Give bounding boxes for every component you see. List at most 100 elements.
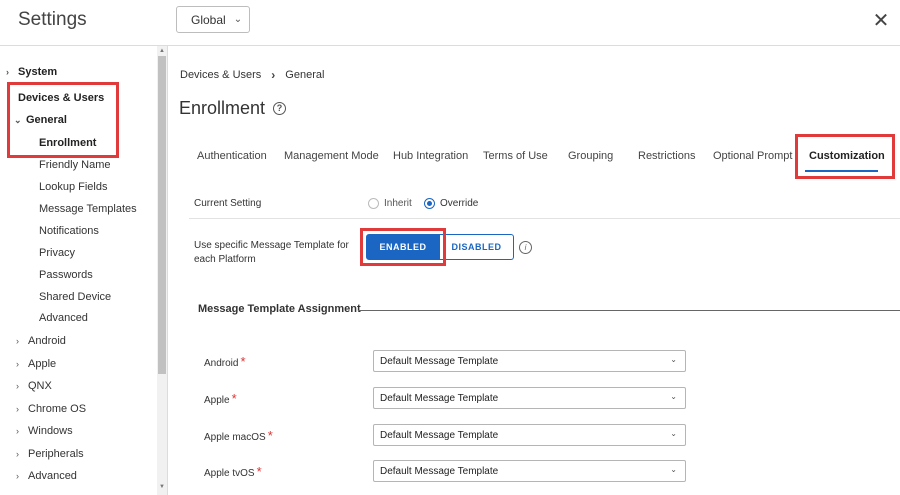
current-setting-label: Current Setting — [194, 198, 262, 209]
page-title-row: Enrollment ? — [179, 98, 287, 119]
scroll-up-icon[interactable]: ▲ — [158, 48, 166, 54]
apple-template-select[interactable]: Default Message Template ⌄ — [373, 387, 686, 409]
radio-label: Inherit — [384, 198, 412, 209]
sidebar-item-label: Android — [28, 335, 66, 347]
chevron-down-icon: ⌄ — [670, 355, 677, 364]
radio-inherit[interactable]: Inherit — [368, 198, 412, 209]
tab-hub-integration[interactable]: Hub Integration — [393, 150, 468, 162]
breadcrumb-devices-users[interactable]: Devices & Users — [180, 69, 261, 81]
sidebar-item-general[interactable]: ⌄ General — [14, 114, 67, 126]
required-asterisk: * — [256, 464, 262, 479]
tab-restrictions[interactable]: Restrictions — [638, 150, 695, 162]
sidebar-item-label: System — [18, 66, 58, 78]
apple-tvos-template-select[interactable]: Default Message Template ⌄ — [373, 460, 686, 482]
tab-grouping[interactable]: Grouping — [568, 150, 613, 162]
sidebar-item-enrollment[interactable]: Enrollment — [39, 137, 96, 149]
page-title: Enrollment — [179, 98, 266, 118]
template-toggle: ENABLED DISABLED — [366, 234, 514, 260]
sidebar-item-lookup-fields[interactable]: Lookup Fields — [39, 181, 108, 193]
sidebar-item-friendly-name[interactable]: Friendly Name — [39, 159, 111, 171]
platform-label-apple-tvos: Apple tvOS * — [204, 464, 262, 479]
sidebar-item-label: General — [26, 114, 67, 126]
platform-name: Apple — [204, 395, 230, 406]
radio-override[interactable]: Override — [424, 198, 478, 209]
chevron-down-icon: ⌄ — [670, 465, 677, 474]
sidebar-scroll-thumb[interactable] — [158, 56, 166, 374]
chevron-down-icon: ⌄ — [14, 115, 22, 125]
scroll-down-icon[interactable]: ▼ — [158, 484, 166, 490]
chevron-right-icon: › — [16, 426, 19, 436]
sidebar-item-windows[interactable]: › Windows — [16, 425, 73, 437]
chevron-right-icon: › — [16, 336, 19, 346]
select-value: Default Message Template — [380, 465, 499, 477]
select-value: Default Message Template — [380, 355, 499, 367]
tab-bar: Authentication Management Mode Hub Integ… — [178, 140, 900, 174]
tab-terms-of-use[interactable]: Terms of Use — [483, 150, 548, 162]
sidebar-item-label: Peripherals — [28, 448, 84, 460]
scope-dropdown[interactable]: Global ⌄ — [176, 6, 250, 33]
chevron-right-icon: › — [16, 359, 19, 369]
tab-management-mode[interactable]: Management Mode — [284, 150, 379, 162]
app-header: Settings Global ⌄ ✕ — [0, 0, 900, 46]
chevron-down-icon: ⌄ — [233, 14, 243, 25]
sidebar-item-label: Devices & Users — [18, 92, 105, 104]
sidebar-item-advanced-general[interactable]: Advanced — [39, 312, 88, 324]
required-asterisk: * — [267, 428, 273, 443]
section-title: Message Template Assignment — [198, 303, 361, 315]
chevron-down-icon: ⌄ — [670, 392, 677, 401]
tab-authentication[interactable]: Authentication — [197, 150, 267, 162]
active-tab-indicator — [805, 170, 878, 172]
breadcrumb: Devices & Users › General — [180, 68, 324, 82]
android-template-select[interactable]: Default Message Template ⌄ — [373, 350, 686, 372]
required-asterisk: * — [231, 391, 237, 406]
chevron-right-icon: › — [6, 67, 9, 77]
sidebar-item-qnx[interactable]: › QNX — [16, 380, 52, 392]
chevron-right-icon: › — [271, 68, 276, 82]
disabled-button[interactable]: DISABLED — [440, 234, 514, 260]
sidebar-item-label: Advanced — [28, 470, 77, 482]
radio-circle — [368, 198, 379, 209]
sidebar-item-android[interactable]: › Android — [16, 335, 66, 347]
platform-name: Apple macOS — [204, 432, 266, 443]
sidebar-item-peripherals[interactable]: › Peripherals — [16, 448, 84, 460]
breadcrumb-general[interactable]: General — [285, 69, 324, 81]
sidebar-item-label: QNX — [28, 380, 52, 392]
platform-label-apple: Apple * — [204, 391, 237, 406]
platform-label-android: Android * — [204, 354, 246, 369]
scope-label: Global — [191, 12, 226, 27]
divider — [189, 218, 900, 219]
app-title: Settings — [18, 9, 87, 30]
sidebar-item-devices-users[interactable]: Devices & Users — [6, 92, 104, 104]
sidebar-item-notifications[interactable]: Notifications — [39, 225, 99, 237]
sidebar-item-privacy[interactable]: Privacy — [39, 247, 75, 259]
chevron-right-icon: › — [16, 404, 19, 414]
help-icon[interactable]: ? — [273, 102, 287, 115]
select-value: Default Message Template — [380, 429, 499, 441]
sidebar: › System Devices & Users ⌄ General Enrollm… — [0, 46, 168, 495]
sidebar-item-apple[interactable]: › Apple — [16, 358, 56, 370]
sidebar-item-passwords[interactable]: Passwords — [39, 269, 93, 281]
enabled-button[interactable]: ENABLED — [366, 234, 440, 260]
info-icon[interactable]: i — [519, 241, 532, 254]
required-asterisk: * — [240, 354, 246, 369]
close-icon[interactable]: ✕ — [870, 10, 892, 32]
sidebar-item-message-templates[interactable]: Message Templates — [39, 203, 137, 215]
apple-macos-template-select[interactable]: Default Message Template ⌄ — [373, 424, 686, 446]
radio-label: Override — [440, 198, 479, 209]
tab-customization[interactable]: Customization — [809, 150, 885, 162]
section-divider — [358, 310, 900, 311]
sidebar-item-system[interactable]: › System — [6, 66, 57, 78]
sidebar-item-label: Apple — [28, 358, 57, 370]
sidebar-item-label: Chrome OS — [28, 403, 87, 415]
platform-name: Android — [204, 358, 239, 369]
sidebar-item-chrome-os[interactable]: › Chrome OS — [16, 403, 86, 415]
sidebar-item-advanced[interactable]: › Advanced — [16, 470, 77, 482]
sidebar-item-shared-device[interactable]: Shared Device — [39, 291, 111, 303]
select-value: Default Message Template — [380, 392, 499, 404]
tab-optional-prompt[interactable]: Optional Prompt — [713, 150, 792, 162]
template-toggle-label: Use specific Message Template for each P… — [194, 240, 349, 265]
radio-circle — [424, 198, 435, 209]
platform-label-apple-macos: Apple macOS * — [204, 428, 273, 443]
chevron-down-icon: ⌄ — [670, 429, 677, 438]
sidebar-item-label: Windows — [28, 425, 73, 437]
